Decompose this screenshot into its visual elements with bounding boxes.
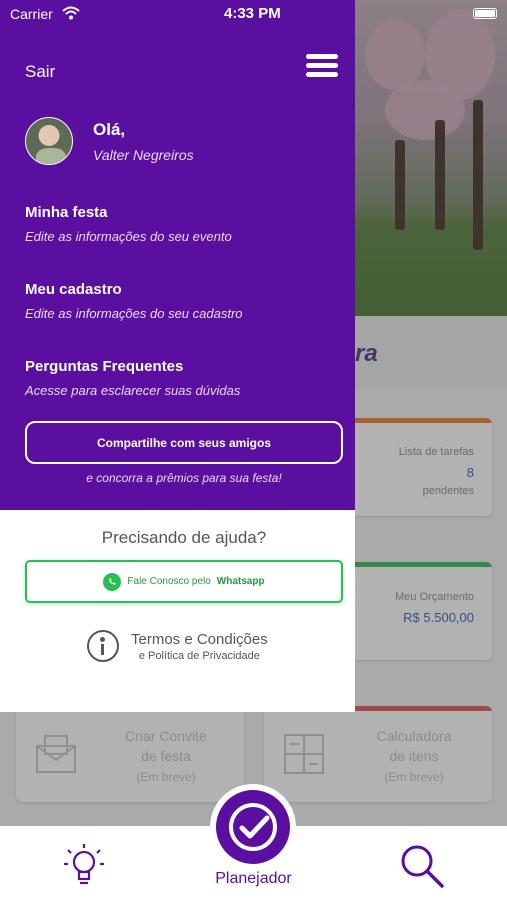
wifi-icon bbox=[62, 6, 80, 20]
carrier-label: Carrier bbox=[10, 6, 53, 22]
avatar bbox=[25, 117, 73, 165]
exit-button[interactable]: Sair bbox=[25, 62, 55, 82]
whatsapp-icon bbox=[103, 572, 122, 591]
drawer-header: Sair Olá, Valter Negreiros Minha festa E… bbox=[0, 0, 355, 510]
terms-text: Termos e Condições e Política de Privaci… bbox=[131, 631, 268, 662]
hamburger-menu-icon[interactable] bbox=[306, 54, 338, 78]
terms-title: Termos e Condições bbox=[131, 630, 268, 648]
planner-tab-button[interactable] bbox=[210, 784, 296, 870]
share-note: e concorra a prêmios para sua festa! bbox=[86, 471, 282, 485]
terms-subtitle: e Política de Privacidade bbox=[138, 649, 260, 662]
tab-planner-label: Planejador bbox=[215, 870, 292, 887]
menu-item-title: Meu cadastro bbox=[25, 281, 122, 298]
status-bar: Carrier 4:33 PM bbox=[0, 0, 507, 28]
menu-item-subtitle: Acesse para esclarecer suas dúvidas bbox=[25, 383, 241, 398]
user-name: Valter Negreiros bbox=[93, 147, 194, 163]
help-title: Precisando de ajuda? bbox=[101, 528, 267, 547]
terms-link[interactable]: Termos e Condições e Política de Privaci… bbox=[87, 628, 268, 664]
menu-item-subtitle: Edite as informações do seu cadastro bbox=[25, 306, 243, 321]
share-button[interactable]: Compartilhe com seus amigos bbox=[25, 421, 343, 464]
menu-item-perguntas-frequentes[interactable]: Perguntas Frequentes Acesse para esclare… bbox=[25, 358, 335, 398]
planner-check-icon bbox=[216, 790, 290, 864]
whatsapp-prefix: Fale Conosco pelo bbox=[127, 576, 211, 587]
greeting: Olá, bbox=[93, 120, 126, 139]
menu-item-title: Minha festa bbox=[25, 204, 108, 221]
menu-item-title: Perguntas Frequentes bbox=[25, 358, 184, 375]
battery-icon bbox=[473, 8, 497, 19]
whatsapp-contact-button[interactable]: Fale Conosco pelo Whatsapp bbox=[25, 560, 343, 603]
menu-item-minha-festa[interactable]: Minha festa Edite as informações do seu … bbox=[25, 204, 335, 244]
info-icon bbox=[87, 630, 119, 662]
clock: 4:33 PM bbox=[224, 5, 281, 22]
menu-item-meu-cadastro[interactable]: Meu cadastro Edite as informações do seu… bbox=[25, 281, 335, 321]
menu-item-subtitle: Edite as informações do seu evento bbox=[25, 229, 232, 244]
whatsapp-label: Whatsapp bbox=[216, 576, 265, 587]
side-drawer: Sair Olá, Valter Negreiros Minha festa E… bbox=[0, 0, 355, 712]
